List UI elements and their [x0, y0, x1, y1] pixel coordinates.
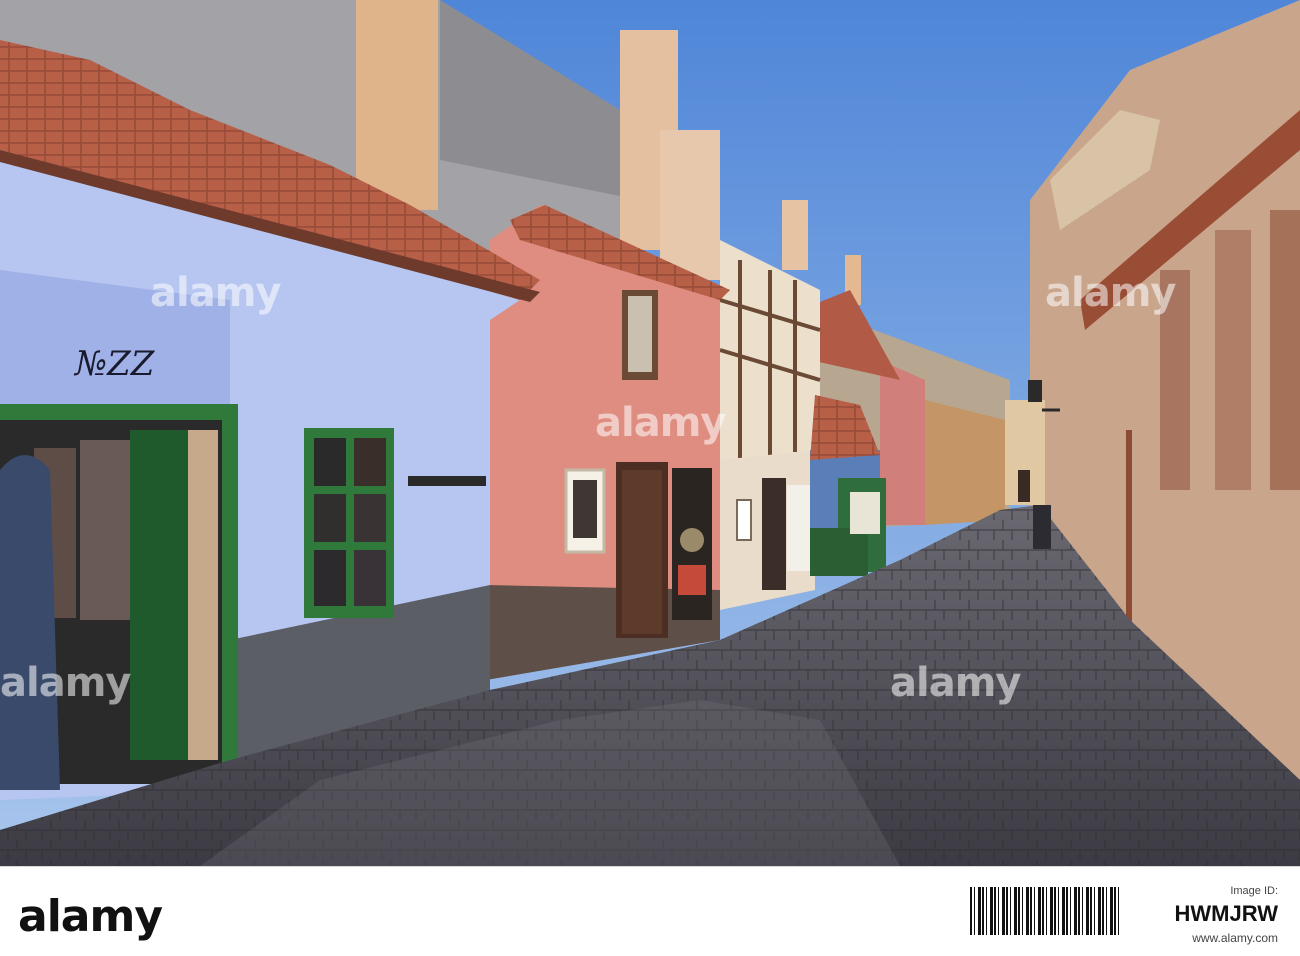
barcode-icon [970, 887, 1120, 935]
watermark: alamy [890, 660, 1021, 706]
image-id: HWMJRW [1174, 901, 1278, 926]
image-id-label: Image ID: [1230, 885, 1278, 897]
trash-bin [1033, 505, 1051, 549]
watermark: alamy [595, 400, 726, 446]
watermark: alamy [1045, 270, 1176, 316]
stock-photo-frame: №ZZ alamy alamy alamy alamy alamy alamy … [0, 0, 1300, 956]
timbered-house-door [762, 478, 786, 590]
house-number: №ZZ [73, 344, 156, 384]
timbered-house-poster [787, 485, 813, 571]
watermark: alamy [150, 270, 281, 316]
image-id-block: Image ID: HWMJRW www.alamy.com [1128, 885, 1278, 945]
watermark: alamy [0, 660, 131, 706]
footer-bar: alamy Image ID: HWMJRW www.alamy.com [0, 866, 1300, 956]
right-window-2 [1215, 230, 1251, 490]
shopper-silhouette [0, 455, 60, 790]
site-url[interactable]: www.alamy.com [1128, 931, 1278, 945]
green-kiosk [810, 450, 886, 576]
alamy-logo: alamy [18, 891, 163, 942]
right-window-3 [1270, 210, 1300, 490]
half-timbered-house [719, 240, 821, 610]
